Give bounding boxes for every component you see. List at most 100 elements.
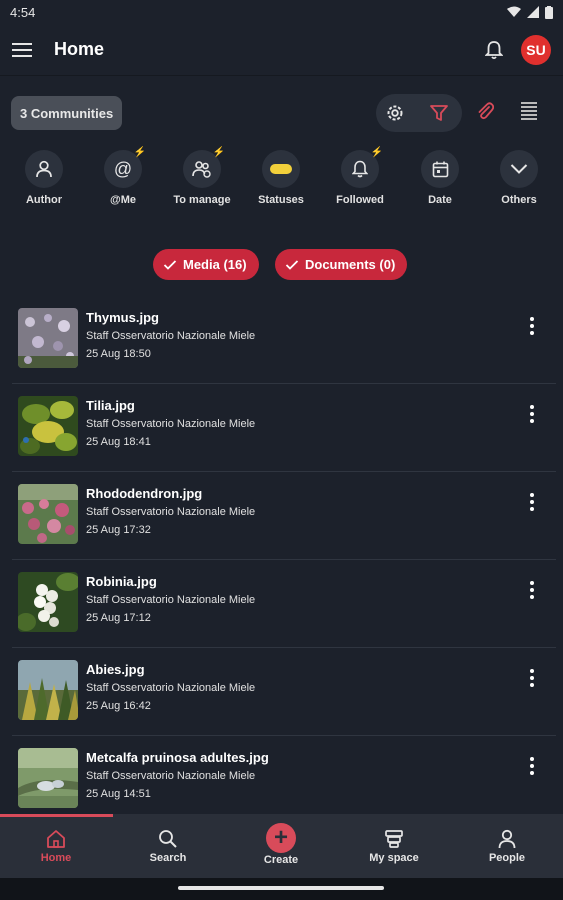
filter-label: Statuses xyxy=(258,194,304,206)
filter-statuses[interactable]: Statuses xyxy=(241,150,321,206)
filter-bar: Author @ ⚡ @Me ⚡ To manage Statuses ⚡ Fo… xyxy=(0,147,563,214)
nav-icon-wrap xyxy=(112,828,224,850)
notifications-bell-icon[interactable] xyxy=(485,40,503,60)
file-name: Metcalfa pruinosa adultes.jpg xyxy=(86,750,269,765)
media-tab-label: Media (16) xyxy=(183,257,247,272)
bottom-navigation: Home Search + Create My space People xyxy=(0,814,563,878)
nav-my-space[interactable]: My space xyxy=(338,814,450,878)
status-icon xyxy=(270,164,292,174)
chevron-down-icon xyxy=(510,164,528,174)
at-icon: @ xyxy=(113,158,133,179)
gear-icon xyxy=(387,105,403,121)
filter-label: Date xyxy=(428,194,452,206)
communities-chip[interactable]: 3 Communities xyxy=(11,96,123,130)
wifi-icon xyxy=(507,6,521,17)
nav-icon-wrap xyxy=(451,828,563,850)
more-options-button[interactable] xyxy=(520,314,544,338)
more-options-button[interactable] xyxy=(520,402,544,426)
file-date: 25 Aug 18:41 xyxy=(86,436,151,448)
file-date: 25 Aug 18:50 xyxy=(86,348,151,360)
file-name: Abies.jpg xyxy=(86,662,145,677)
gesture-handle[interactable] xyxy=(178,886,384,890)
filter-circle xyxy=(500,150,538,188)
file-date: 25 Aug 17:12 xyxy=(86,612,151,624)
file-author: Staff Osservatorio Nazionale Miele xyxy=(86,682,256,694)
file-name: Rhododendron.jpg xyxy=(86,486,203,501)
lightning-icon: ⚡ xyxy=(133,147,146,158)
more-vert-icon xyxy=(530,493,534,511)
nav-label: My space xyxy=(369,852,419,864)
status-time: 4:54 xyxy=(10,4,36,20)
list-item[interactable]: Tilia.jpg Staff Osservatorio Nazionale M… xyxy=(12,384,556,472)
app-bar: Home SU xyxy=(0,24,563,76)
nav-label: Create xyxy=(263,854,299,866)
more-vert-icon xyxy=(530,757,534,775)
my-space-icon xyxy=(385,830,403,848)
thumbnail-image xyxy=(18,484,78,544)
settings-button[interactable] xyxy=(376,94,414,132)
list-view-button[interactable] xyxy=(510,92,548,130)
page-title: Home xyxy=(54,39,105,59)
check-icon xyxy=(285,259,299,270)
file-author: Staff Osservatorio Nazionale Miele xyxy=(86,418,256,430)
filter-circle: ⚡ xyxy=(183,147,225,188)
nav-label: Home xyxy=(40,852,72,864)
list-item[interactable]: Thymus.jpg Staff Osservatorio Nazionale … xyxy=(12,296,556,384)
nav-people[interactable]: People xyxy=(451,814,563,878)
battery-icon xyxy=(545,5,553,19)
filter-author[interactable]: Author xyxy=(4,150,84,206)
nav-home[interactable]: Home xyxy=(0,814,112,878)
thumbnail-image xyxy=(18,396,78,456)
attachments-button[interactable] xyxy=(466,92,504,130)
status-bar: 4:54 xyxy=(0,0,563,24)
list-item[interactable]: Metcalfa pruinosa adultes.jpg Staff Osse… xyxy=(12,736,556,824)
group-icon xyxy=(192,161,211,178)
list-item[interactable]: Abies.jpg Staff Osservatorio Nazionale M… xyxy=(12,648,556,736)
paperclip-icon xyxy=(478,102,494,120)
documents-tab[interactable]: Documents (0) xyxy=(275,249,408,280)
file-date: 25 Aug 17:32 xyxy=(86,524,151,536)
filter-followed[interactable]: ⚡ Followed xyxy=(320,147,400,206)
nav-icon-wrap xyxy=(338,828,450,850)
list-item[interactable]: Robinia.jpg Staff Osservatorio Nazionale… xyxy=(12,560,556,648)
filter-icon xyxy=(430,105,448,121)
filter-circle: ⚡ xyxy=(341,147,383,188)
filter-to-manage[interactable]: ⚡ To manage xyxy=(162,147,242,206)
filter-circle xyxy=(262,150,300,188)
user-avatar[interactable]: SU xyxy=(521,34,551,65)
list-item[interactable]: Rhododendron.jpg Staff Osservatorio Nazi… xyxy=(12,472,556,560)
settings-filter-group xyxy=(376,94,462,132)
filter-at-me[interactable]: @ ⚡ @Me xyxy=(83,147,163,206)
media-tab[interactable]: Media (16) xyxy=(153,249,259,280)
calendar-icon xyxy=(432,161,448,177)
filter-circle xyxy=(421,150,459,188)
add-icon: + xyxy=(266,823,296,853)
search-icon xyxy=(159,830,177,848)
file-author: Staff Osservatorio Nazionale Miele xyxy=(86,506,256,518)
filter-label: Followed xyxy=(336,194,384,206)
file-author: Staff Osservatorio Nazionale Miele xyxy=(86,770,256,782)
nav-search[interactable]: Search xyxy=(112,814,224,878)
nav-create[interactable]: + Create xyxy=(225,814,337,878)
more-options-button[interactable] xyxy=(520,666,544,690)
lightning-icon: ⚡ xyxy=(370,147,383,158)
thumbnail-image xyxy=(18,748,78,808)
nav-icon-wrap xyxy=(0,828,112,850)
file-date: 25 Aug 14:51 xyxy=(86,788,151,800)
people-icon xyxy=(498,829,516,849)
filter-button[interactable] xyxy=(420,94,458,132)
file-name: Thymus.jpg xyxy=(86,310,159,325)
list-view-icon xyxy=(521,102,537,120)
check-icon xyxy=(163,259,177,270)
filter-date[interactable]: Date xyxy=(400,150,480,206)
file-author: Staff Osservatorio Nazionale Miele xyxy=(86,330,256,342)
file-date: 25 Aug 16:42 xyxy=(86,700,151,712)
home-icon xyxy=(47,830,65,848)
menu-icon[interactable] xyxy=(12,42,32,58)
filter-label: Author xyxy=(25,194,63,206)
more-options-button[interactable] xyxy=(520,754,544,778)
documents-tab-label: Documents (0) xyxy=(305,257,396,272)
filter-others[interactable]: Others xyxy=(479,150,559,206)
more-options-button[interactable] xyxy=(520,490,544,514)
more-options-button[interactable] xyxy=(520,578,544,602)
